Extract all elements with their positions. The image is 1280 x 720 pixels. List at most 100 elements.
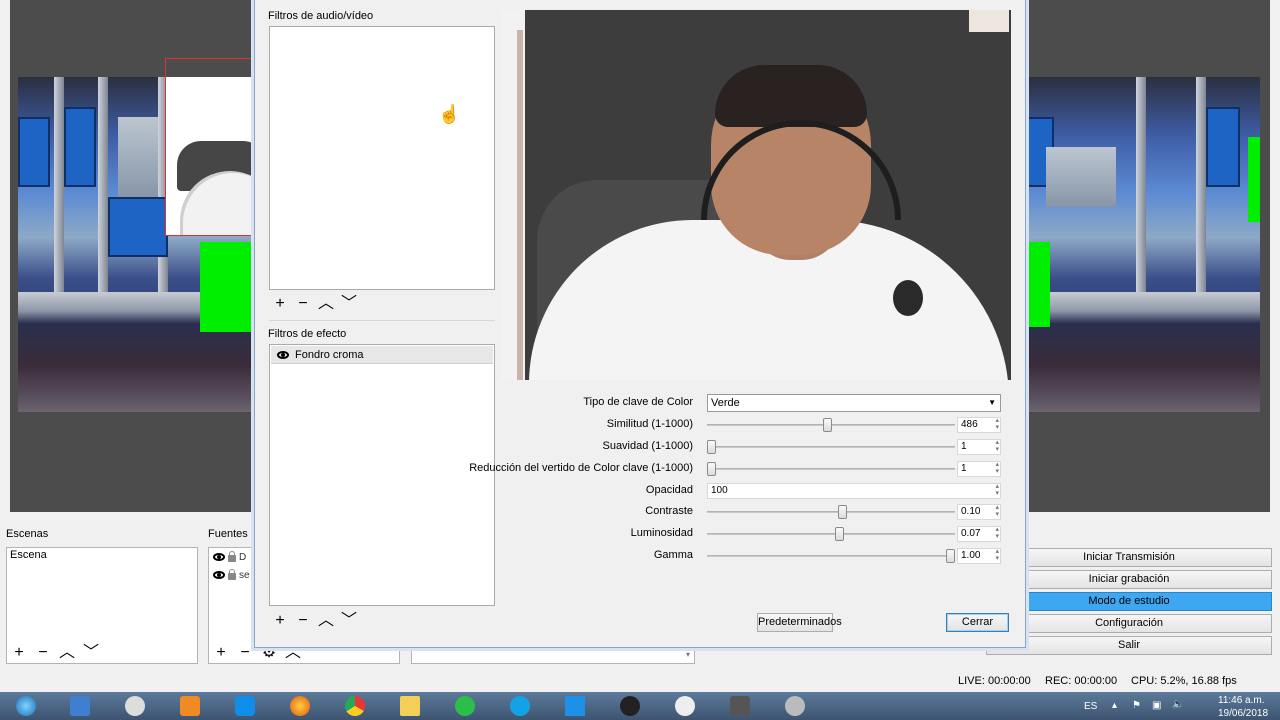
teamviewer-icon[interactable]: [223, 694, 267, 718]
rec-timer: REC: 00:00:00: [1045, 675, 1118, 687]
key-color-type-label: Tipo de clave de Color: [583, 396, 693, 408]
av-filters-toolbar: + − ︿ ﹀: [271, 295, 358, 313]
defaults-button[interactable]: Predeterminados: [757, 613, 842, 632]
firefox-icon[interactable]: [278, 694, 322, 718]
start-streaming-button[interactable]: Iniciar Transmisión: [986, 548, 1272, 567]
spill-reduction-row: Reducción del vertido de Color clave (1-…: [469, 461, 1005, 477]
key-color-type-select[interactable]: Verde ▼: [707, 394, 1001, 412]
key-color-type-row: Tipo de clave de Color Verde ▼: [501, 394, 1005, 412]
remove-av-filter-button[interactable]: −: [294, 295, 312, 313]
clock-date[interactable]: 19/06/2018: [1218, 708, 1268, 719]
move-scene-up-button[interactable]: ︿: [58, 644, 76, 662]
opacity-row: Opacidad 100: [501, 483, 1005, 499]
gamma-spinbox[interactable]: 1.00: [957, 548, 1001, 564]
key-color-type-value: Verde: [711, 397, 740, 409]
obs-icon[interactable]: [608, 694, 652, 718]
move-effect-filter-down-button[interactable]: ﹀: [340, 612, 358, 630]
spill-reduction-slider-thumb[interactable]: [707, 462, 716, 476]
whatsapp-icon[interactable]: [443, 694, 487, 718]
status-bar: LIVE: 00:00:00 REC: 00:00:00 CPU: 5.2%, …: [0, 670, 1280, 692]
sublime-icon[interactable]: [168, 694, 212, 718]
brightness-row: Luminosidad 0.07: [501, 526, 1005, 542]
start-orb-icon[interactable]: [4, 694, 48, 718]
hand-cursor-icon: ☝: [438, 104, 461, 124]
chrome-icon[interactable]: [333, 694, 377, 718]
windows-taskbar: ES ▴ ⚑ ▣ 🔈 11:46 a.m. 19/06/2018: [0, 692, 1280, 720]
effect-filters-toolbar: + − ︿ ﹀: [271, 612, 358, 630]
brightness-slider-thumb[interactable]: [834, 527, 844, 541]
chevron-down-icon: ▼: [988, 398, 996, 407]
spill-reduction-spinbox[interactable]: 1: [957, 461, 1001, 477]
snipping-tool-icon[interactable]: [58, 694, 102, 718]
source-item-label: D: [239, 551, 247, 563]
effect-filters-list[interactable]: Fondro croma: [269, 344, 495, 606]
visibility-eye-icon[interactable]: [213, 553, 225, 561]
add-effect-filter-button[interactable]: +: [271, 612, 289, 630]
volume-icon[interactable]: 🔈: [1172, 699, 1184, 710]
smoothness-slider[interactable]: [707, 446, 955, 448]
language-indicator[interactable]: ES: [1084, 701, 1097, 712]
divider: [269, 320, 495, 321]
gamma-slider-thumb[interactable]: [946, 549, 955, 563]
visibility-eye-icon[interactable]: [277, 350, 289, 359]
brightness-slider[interactable]: [707, 533, 955, 535]
transition-combo[interactable]: ▾: [411, 647, 695, 664]
source-selection-box[interactable]: [165, 58, 253, 236]
start-recording-button[interactable]: Iniciar grabación: [986, 570, 1272, 589]
effect-filter-label: Fondro croma: [295, 348, 364, 361]
remove-source-button[interactable]: −: [236, 644, 254, 662]
add-scene-button[interactable]: +: [10, 644, 28, 662]
studio-mode-button[interactable]: Modo de estudio: [986, 592, 1272, 611]
tray-expand-icon[interactable]: ▴: [1112, 700, 1117, 711]
clock-time[interactable]: 11:46 a.m.: [1218, 695, 1265, 706]
contrast-spinbox[interactable]: 0.10: [957, 504, 1001, 520]
live-timer: LIVE: 00:00:00: [958, 675, 1031, 687]
visibility-eye-icon[interactable]: [213, 571, 225, 579]
similarity-label: Similitud (1-1000): [606, 418, 693, 430]
add-source-button[interactable]: +: [212, 644, 230, 662]
controls-dock: Iniciar Transmisión Iniciar grabación Mo…: [986, 548, 1272, 658]
source-item-label: se: [239, 569, 250, 581]
close-button[interactable]: Cerrar: [946, 613, 1009, 632]
remove-scene-button[interactable]: −: [34, 644, 52, 662]
smoothness-row: Suavidad (1-1000) 1: [501, 439, 1005, 455]
lock-icon[interactable]: [228, 569, 236, 580]
filter-preview-video: [501, 10, 1011, 380]
gamma-slider[interactable]: [707, 555, 955, 557]
effect-filter-item[interactable]: Fondro croma: [271, 346, 493, 364]
smoothness-spinbox[interactable]: 1: [957, 439, 1001, 455]
move-effect-filter-up-button[interactable]: ︿: [317, 612, 335, 630]
move-scene-down-button[interactable]: ﹀: [82, 644, 100, 662]
flag-icon[interactable]: ⚑: [1132, 700, 1141, 711]
file-explorer-icon[interactable]: [388, 694, 432, 718]
media-icon[interactable]: [718, 694, 762, 718]
similarity-spinbox[interactable]: 486: [957, 417, 1001, 433]
brightness-spinbox[interactable]: 0.07: [957, 526, 1001, 542]
move-av-filter-down-button[interactable]: ﹀: [340, 295, 358, 313]
remove-effect-filter-button[interactable]: −: [294, 612, 312, 630]
lock-icon[interactable]: [228, 551, 236, 562]
move-av-filter-up-button[interactable]: ︿: [317, 295, 335, 313]
opacity-spinbox[interactable]: 100: [707, 483, 1001, 499]
webcam-icon[interactable]: [773, 694, 817, 718]
add-av-filter-button[interactable]: +: [271, 295, 289, 313]
scenes-toolbar: + − ︿ ﹀: [10, 644, 100, 662]
settings-button[interactable]: Configuración: [986, 614, 1272, 633]
skype-icon[interactable]: [498, 694, 542, 718]
exit-button[interactable]: Salir: [986, 636, 1272, 655]
spill-reduction-label: Reducción del vertido de Color clave (1-…: [469, 462, 693, 474]
similarity-slider-thumb[interactable]: [823, 418, 833, 432]
smoothness-slider-thumb[interactable]: [707, 440, 716, 454]
vectr-icon[interactable]: [663, 694, 707, 718]
av-filters-label: Filtros de audio/vídeo: [268, 10, 374, 22]
network-icon[interactable]: ▣: [1152, 700, 1161, 711]
contrast-slider-thumb[interactable]: [838, 505, 848, 519]
windows-store-icon[interactable]: [553, 694, 597, 718]
av-filters-list[interactable]: [269, 26, 495, 290]
spill-reduction-slider[interactable]: [707, 468, 955, 470]
contrast-slider[interactable]: [707, 511, 955, 513]
app-icon[interactable]: [113, 694, 157, 718]
contrast-label: Contraste: [645, 505, 693, 517]
gamma-label: Gamma: [653, 549, 693, 561]
scene-item[interactable]: Escena: [7, 548, 197, 562]
